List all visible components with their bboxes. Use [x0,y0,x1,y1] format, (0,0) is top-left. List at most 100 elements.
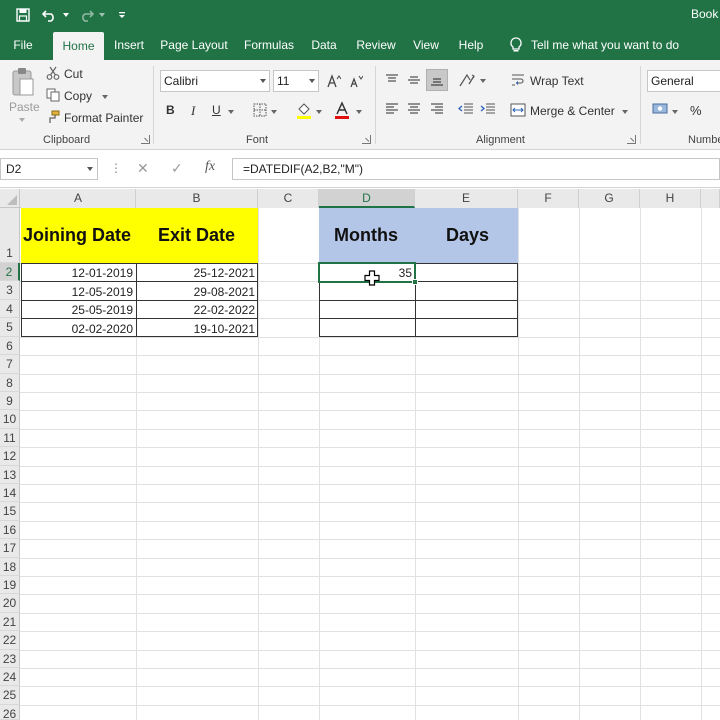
italic-button[interactable]: I [191,103,195,119]
row-header-5[interactable]: 5 [0,318,20,337]
borders-dropdown-icon[interactable] [271,110,277,114]
row-header-16[interactable]: 16 [0,521,20,539]
row-header-10[interactable]: 10 [0,410,20,429]
format-painter-icon[interactable] [46,110,60,124]
merge-dropdown-icon[interactable] [622,110,628,114]
tab-review[interactable]: Review [354,30,398,60]
copy-label[interactable]: Copy [64,89,92,103]
row-header-21[interactable]: 21 [0,613,20,631]
row-header-18[interactable]: 18 [0,558,20,576]
decrease-indent-icon[interactable] [457,100,475,118]
cut-icon[interactable] [46,66,60,80]
undo-dropdown-icon[interactable] [63,13,69,17]
tab-home[interactable]: Home [53,32,104,60]
cell-b4[interactable]: 22-02-2022 [136,303,258,317]
font-launcher-icon[interactable] [362,135,371,144]
undo-icon[interactable] [40,6,60,24]
row-header-25[interactable]: 25 [0,686,20,705]
accounting-dropdown-icon[interactable] [672,110,678,114]
cell-b5[interactable]: 19-10-2021 [136,322,258,336]
paste-dropdown-icon[interactable] [19,118,25,122]
insert-function-icon[interactable]: fx [205,159,215,175]
fill-color-icon[interactable] [295,100,313,120]
clipboard-launcher-icon[interactable] [141,135,150,144]
row-header-6[interactable]: 6 [0,337,20,355]
row-header-8[interactable]: 8 [0,374,20,392]
tab-formulas[interactable]: Formulas [242,30,296,60]
row-header-20[interactable]: 20 [0,594,20,613]
underline-dropdown-icon[interactable] [228,110,234,114]
row-header-26[interactable]: 26 [0,705,20,720]
accounting-format-icon[interactable] [651,100,669,118]
row-header-24[interactable]: 24 [0,668,20,686]
column-header-b[interactable]: B [136,189,258,208]
tab-file[interactable]: File [6,30,40,60]
orientation-icon[interactable] [457,70,477,90]
align-top-icon[interactable] [383,71,401,89]
formula-input[interactable]: =DATEDIF(A2,B2,"M") [232,158,720,180]
chevron-down-icon[interactable] [306,71,318,91]
paste-icon[interactable] [10,66,36,98]
cell-b3[interactable]: 29-08-2021 [136,285,258,299]
row-header-23[interactable]: 23 [0,650,20,668]
wrap-text-label[interactable]: Wrap Text [530,74,584,88]
cell-d1[interactable]: Months [334,225,398,246]
font-color-icon[interactable] [333,100,351,120]
underline-button[interactable]: U [212,103,221,117]
align-left-icon[interactable] [383,100,401,118]
tab-view[interactable]: View [410,30,442,60]
enter-icon[interactable]: ✓ [171,160,183,177]
copy-dropdown-icon[interactable] [102,95,108,99]
orientation-dropdown-icon[interactable] [480,79,486,83]
row-header-11[interactable]: 11 [0,429,20,447]
tab-help[interactable]: Help [456,30,486,60]
row-header-12[interactable]: 12 [0,447,20,466]
cell-a4[interactable]: 25-05-2019 [21,303,136,317]
align-right-icon[interactable] [428,100,446,118]
increase-font-icon[interactable] [326,72,342,90]
cancel-icon[interactable]: ✕ [137,160,149,177]
chevron-down-icon[interactable] [257,71,269,91]
row-header-1[interactable]: 1 [0,208,20,263]
row-header-15[interactable]: 15 [0,502,20,521]
bold-button[interactable]: B [166,103,175,117]
row-header-4[interactable]: 4 [0,300,20,318]
merge-center-label[interactable]: Merge & Center [530,104,615,118]
paste-label[interactable]: Paste [9,100,40,114]
column-header-h[interactable]: H [640,189,701,208]
column-header-c[interactable]: C [258,189,319,208]
cut-label[interactable]: Cut [64,67,83,81]
fill-color-dropdown-icon[interactable] [316,110,322,114]
row-header-2[interactable]: 2 [0,263,20,281]
row-header-7[interactable]: 7 [0,355,20,374]
column-header-g[interactable]: G [579,189,640,208]
copy-icon[interactable] [46,88,60,102]
format-painter-label[interactable]: Format Painter [64,111,143,125]
increase-indent-icon[interactable] [479,100,497,118]
align-center-icon[interactable] [405,100,423,118]
wrap-text-icon[interactable] [510,72,526,88]
number-format-box[interactable]: General [647,70,720,92]
cell-b2[interactable]: 25-12-2021 [136,266,258,280]
align-middle-icon[interactable] [405,71,423,89]
cell-b1[interactable]: Exit Date [158,225,235,246]
cell-a2[interactable]: 12-01-2019 [21,266,136,280]
row-header-19[interactable]: 19 [0,576,20,594]
cell-a3[interactable]: 12-05-2019 [21,285,136,299]
chevron-down-icon[interactable] [87,167,93,171]
row-header-14[interactable]: 14 [0,484,20,502]
row-header-22[interactable]: 22 [0,631,20,650]
cell-a5[interactable]: 02-02-2020 [21,322,136,336]
redo-icon[interactable] [76,6,96,24]
font-size-box[interactable]: 11 [273,70,319,92]
column-header-a[interactable]: A [21,189,136,208]
column-header-d[interactable]: D [319,189,415,208]
tab-insert[interactable]: Insert [111,30,147,60]
merge-center-icon[interactable] [510,102,526,118]
select-all-button[interactable] [0,189,20,208]
cell-e1[interactable]: Days [446,225,489,246]
tell-me-box[interactable]: Tell me what you want to do [509,30,679,60]
row-header-9[interactable]: 9 [0,392,20,410]
name-box[interactable]: D2 [0,158,98,180]
decrease-font-icon[interactable] [348,72,364,90]
